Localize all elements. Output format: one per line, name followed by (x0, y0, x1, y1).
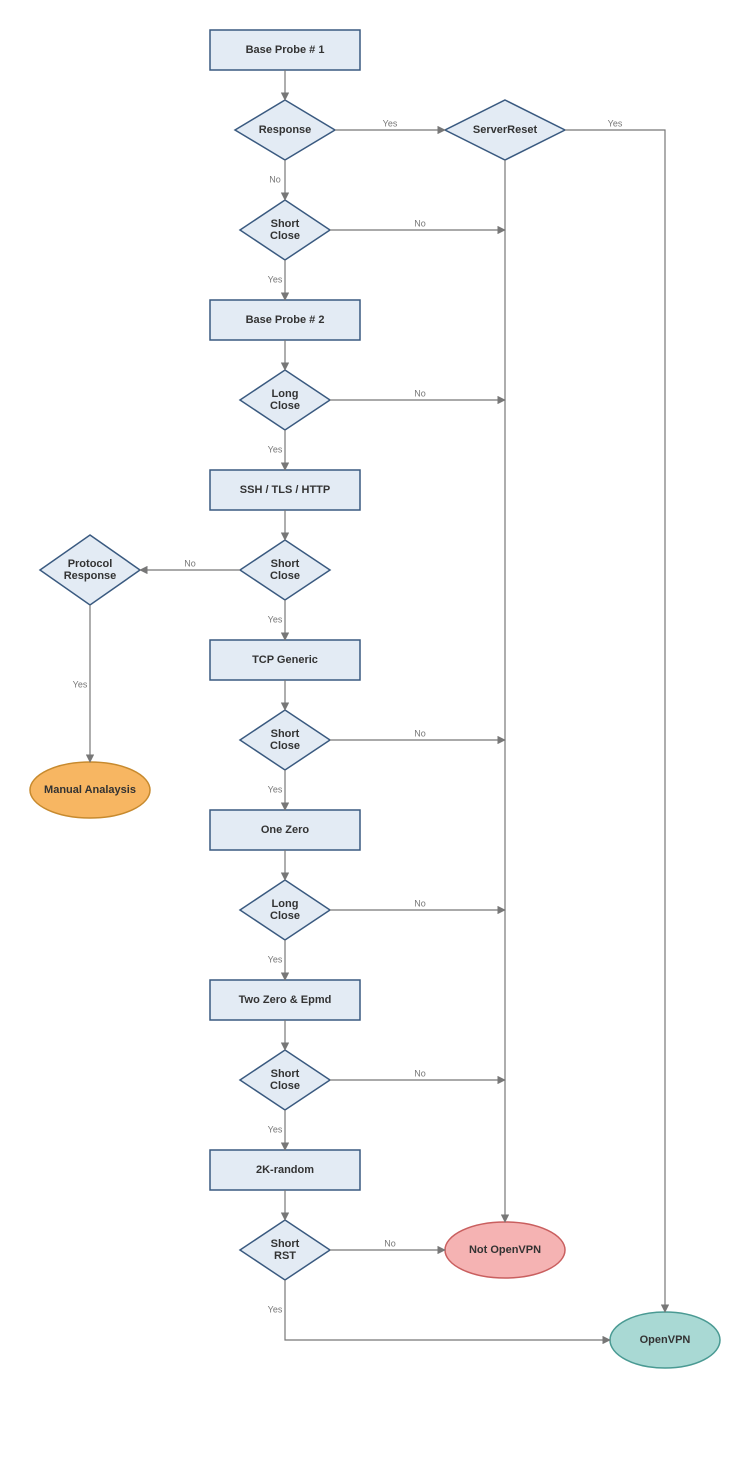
label-manual-analysis: Manual Analaysis (44, 784, 136, 796)
node-base-probe-1: Base Probe # 1 (210, 30, 360, 70)
label-long-close-2-a: Long (272, 898, 299, 910)
node-long-close-1: Long Close (240, 370, 330, 430)
label-short-close-3-a: Short (271, 728, 300, 740)
node-one-zero: One Zero (210, 810, 360, 850)
edge-label-sc4-yes: Yes (268, 1124, 283, 1134)
edge-label-lc2-no: No (414, 898, 426, 908)
node-not-openvpn: Not OpenVPN (445, 1222, 565, 1278)
node-manual-analysis: Manual Analaysis (30, 762, 150, 818)
label-base-probe-1: Base Probe # 1 (246, 44, 325, 56)
node-response: Response (235, 100, 335, 160)
node-protocol-response: Protocol Response (40, 535, 140, 605)
edge-serverreset-openvpn (565, 130, 665, 1312)
label-short-close-3-b: Close (270, 740, 300, 752)
edge-label-proto-yes: Yes (73, 679, 88, 689)
label-openvpn: OpenVPN (640, 1334, 691, 1346)
node-two-zero-epmd: Two Zero & Epmd (210, 980, 360, 1020)
label-long-close-1-b: Close (270, 400, 300, 412)
label-one-zero: One Zero (261, 824, 310, 836)
label-short-close-4-b: Close (270, 1080, 300, 1092)
edge-label-response-yes: Yes (383, 118, 398, 128)
edge-label-lc1-no: No (414, 388, 426, 398)
label-long-close-2-b: Close (270, 910, 300, 922)
edge-label-srst-no: No (384, 1238, 396, 1248)
label-short-close-1-a: Short (271, 218, 300, 230)
label-short-close-1-b: Close (270, 230, 300, 242)
edge-label-sc4-no: No (414, 1068, 426, 1078)
label-two-zero-epmd: Two Zero & Epmd (239, 994, 332, 1006)
node-tcp-generic: TCP Generic (210, 640, 360, 680)
label-2k-random: 2K-random (256, 1164, 314, 1176)
node-base-probe-2: Base Probe # 2 (210, 300, 360, 340)
node-short-close-3: Short Close (240, 710, 330, 770)
label-long-close-1-a: Long (272, 388, 299, 400)
edge-label-sc1-no: No (414, 218, 426, 228)
node-long-close-2: Long Close (240, 880, 330, 940)
node-short-rst: Short RST (240, 1220, 330, 1280)
label-short-rst-b: RST (274, 1250, 296, 1262)
edge-label-sc2-no: No (184, 558, 196, 568)
label-response: Response (259, 124, 312, 136)
node-ssh-tls-http: SSH / TLS / HTTP (210, 470, 360, 510)
label-protocol-response-b: Response (64, 570, 117, 582)
label-base-probe-2: Base Probe # 2 (246, 314, 325, 326)
label-not-openvpn: Not OpenVPN (469, 1244, 541, 1256)
edge-label-lc1-yes: Yes (268, 444, 283, 454)
label-server-reset: ServerReset (473, 124, 538, 136)
label-short-close-2-a: Short (271, 558, 300, 570)
edge-label-sc3-yes: Yes (268, 784, 283, 794)
edge-label-sc1-yes: Yes (268, 274, 283, 284)
edge-label-srst-yes: Yes (268, 1304, 283, 1314)
node-short-close-2: Short Close (240, 540, 330, 600)
label-protocol-response-a: Protocol (68, 558, 113, 570)
label-short-close-2-b: Close (270, 570, 300, 582)
label-tcp-generic: TCP Generic (252, 654, 318, 666)
edge-label-sc2-yes: Yes (268, 614, 283, 624)
node-2k-random: 2K-random (210, 1150, 360, 1190)
edge-srst-openvpn (285, 1280, 610, 1340)
node-short-close-1: Short Close (240, 200, 330, 260)
node-server-reset: ServerReset (445, 100, 565, 160)
label-ssh-tls-http: SSH / TLS / HTTP (240, 484, 330, 496)
edge-label-lc2-yes: Yes (268, 954, 283, 964)
node-short-close-4: Short Close (240, 1050, 330, 1110)
edge-label-sc3-no: No (414, 728, 426, 738)
edge-label-serverreset-yes: Yes (608, 118, 623, 128)
node-openvpn: OpenVPN (610, 1312, 720, 1368)
label-short-rst-a: Short (271, 1238, 300, 1250)
label-short-close-4-a: Short (271, 1068, 300, 1080)
edge-label-response-no: No (269, 174, 281, 184)
